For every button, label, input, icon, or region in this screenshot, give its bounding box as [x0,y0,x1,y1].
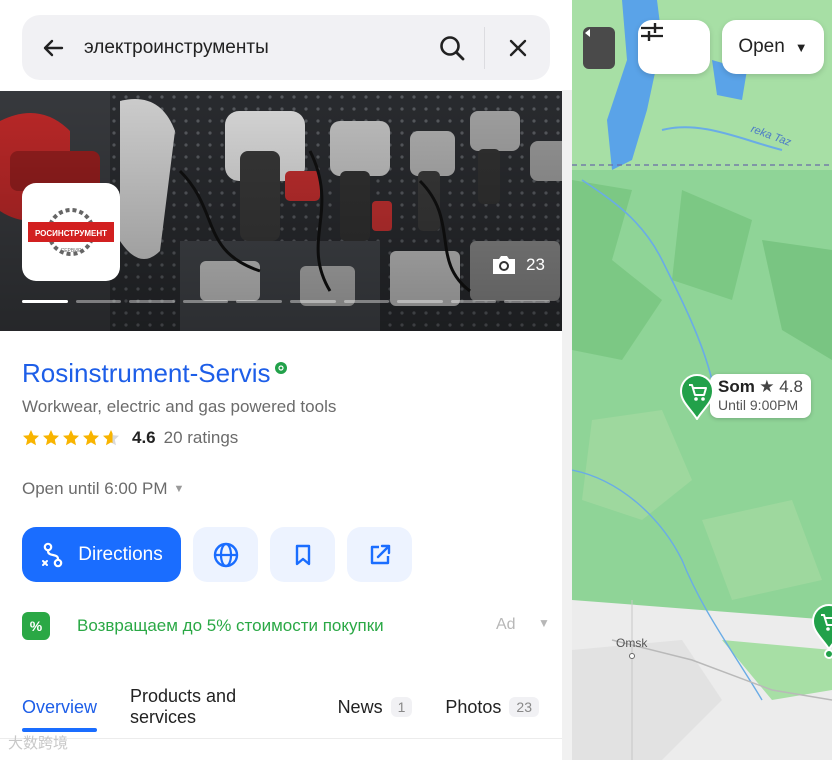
gallery-progress-segment [450,300,497,303]
tab-label: News [337,696,383,717]
gallery-progress-segment [289,300,336,303]
action-buttons: Directions [22,527,412,582]
share-icon [370,544,390,564]
search-icon [440,36,465,61]
tab-bar: Overview Products and services News 1 Ph… [22,686,572,732]
photo-count: 23 [490,254,545,276]
search-button[interactable] [432,29,472,67]
pin-rating: ★ 4.8 [759,377,803,396]
discount-icon[interactable]: % [22,612,50,640]
working-hours-text: Open until 6:00 PM [22,479,168,498]
globe-icon [213,542,238,567]
gallery-progress-segment [182,300,229,303]
tab-overview[interactable]: Overview [22,692,98,732]
website-button[interactable] [193,527,258,582]
watermark: 大数跨境 [8,735,69,752]
star-icon [83,430,99,446]
rating-stars [22,429,120,447]
search-divider [484,27,485,69]
map-pin-label: Som ★ 4.8 Until 9:00PM [710,374,811,418]
svg-text:СЕРВИС: СЕРВИС [61,248,82,254]
tab-label: Overview [22,696,98,717]
search-bar [22,15,550,80]
rating-value: 4.6 [132,428,156,447]
chevron-down-icon: ▼ [173,483,185,495]
pin-name: Som [718,377,755,396]
chevron-left-icon [585,29,590,37]
gallery-progress-segment [504,300,550,303]
open-filter-label: Open [738,36,785,57]
logo-image: РОСИНСТРУМЕНТ СЕРВИС [28,208,114,256]
pin-hours: Until 9:00PM [718,397,799,413]
svg-text:РОСИНСТРУМЕНТ: РОСИНСТРУМЕНТ [35,229,107,238]
tab-label: Products and services [130,686,237,727]
working-hours[interactable]: Open until 6:00 PM ▼ [22,479,184,499]
open-now-filter[interactable]: Open ▼ [722,20,824,74]
city-label-omsk[interactable]: Omsk [616,636,647,650]
share-button[interactable] [347,527,412,582]
tab-divider [0,738,562,739]
map-pin-som[interactable]: Som ★ 4.8 Until 9:00PM [680,374,811,420]
directions-label: Directions [78,543,163,565]
ad-chevron-down-icon[interactable]: ▼ [538,616,550,630]
bookmark-icon [295,544,310,565]
camera-icon [493,256,515,274]
business-panel: РОСИНСТРУМЕНТ СЕРВИС 23 Rosins [0,0,572,760]
collapse-panel-button[interactable] [583,27,615,69]
tab-label: Photos [445,696,502,717]
gallery-progress-segment [75,300,122,303]
ad-label: Ad [496,616,516,633]
shop-pin-icon [812,604,832,659]
rating-row[interactable]: 4.6 20 ratings [22,428,238,448]
map-pin-partial[interactable] [812,604,832,659]
close-icon [509,39,527,57]
panel-scrollbar[interactable] [562,90,572,760]
arrow-left-icon [43,39,64,56]
rating-count[interactable]: 20 ratings [164,428,239,448]
directions-button[interactable]: Directions [22,527,181,582]
sliders-icon [641,23,663,41]
tab-photos[interactable]: Photos 23 [445,692,539,722]
chevron-down-icon: ▼ [794,39,808,55]
star-icon [43,430,59,446]
clear-search-button[interactable] [498,29,538,67]
gallery-progress-segment [397,300,443,303]
business-category: Workwear, electric and gas powered tools [22,397,337,416]
tab-count-badge: 1 [390,697,413,717]
bookmark-button[interactable] [270,527,335,582]
ad-banner: % Возвращаем до 5% стоимости покупки Ad … [22,612,552,640]
gallery-progress-segment [343,300,390,303]
filters-button[interactable] [638,20,710,74]
map[interactable]: reka Taz Omsk Open ▼ Som ★ 4.8 Until 9:0… [572,0,832,760]
star-icon [103,430,119,446]
gallery-progress-segment [236,300,282,303]
business-title: Rosinstrument-Servis [22,358,287,389]
gallery-progress [22,300,550,303]
route-icon [42,542,63,567]
photo-gallery[interactable]: РОСИНСТРУМЕНТ СЕРВИС 23 [0,91,572,331]
gallery-progress-segment [129,300,175,303]
shop-pin-icon [680,374,714,420]
search-input[interactable] [84,27,424,68]
verified-icon [274,362,287,374]
tab-count-badge: 23 [509,697,539,717]
tab-news[interactable]: News 1 [338,692,413,722]
star-icon [63,430,79,446]
back-button[interactable] [22,15,84,80]
business-logo: РОСИНСТРУМЕНТ СЕРВИС [22,183,120,281]
tab-products-and-services[interactable]: Products and services [130,686,305,727]
photo-count-value: 23 [526,255,545,274]
ad-text[interactable]: Возвращаем до 5% стоимости покупки [77,616,384,636]
business-name[interactable]: Rosinstrument-Servis [22,358,271,389]
star-icon [23,430,39,446]
gallery-progress-segment [22,300,68,303]
